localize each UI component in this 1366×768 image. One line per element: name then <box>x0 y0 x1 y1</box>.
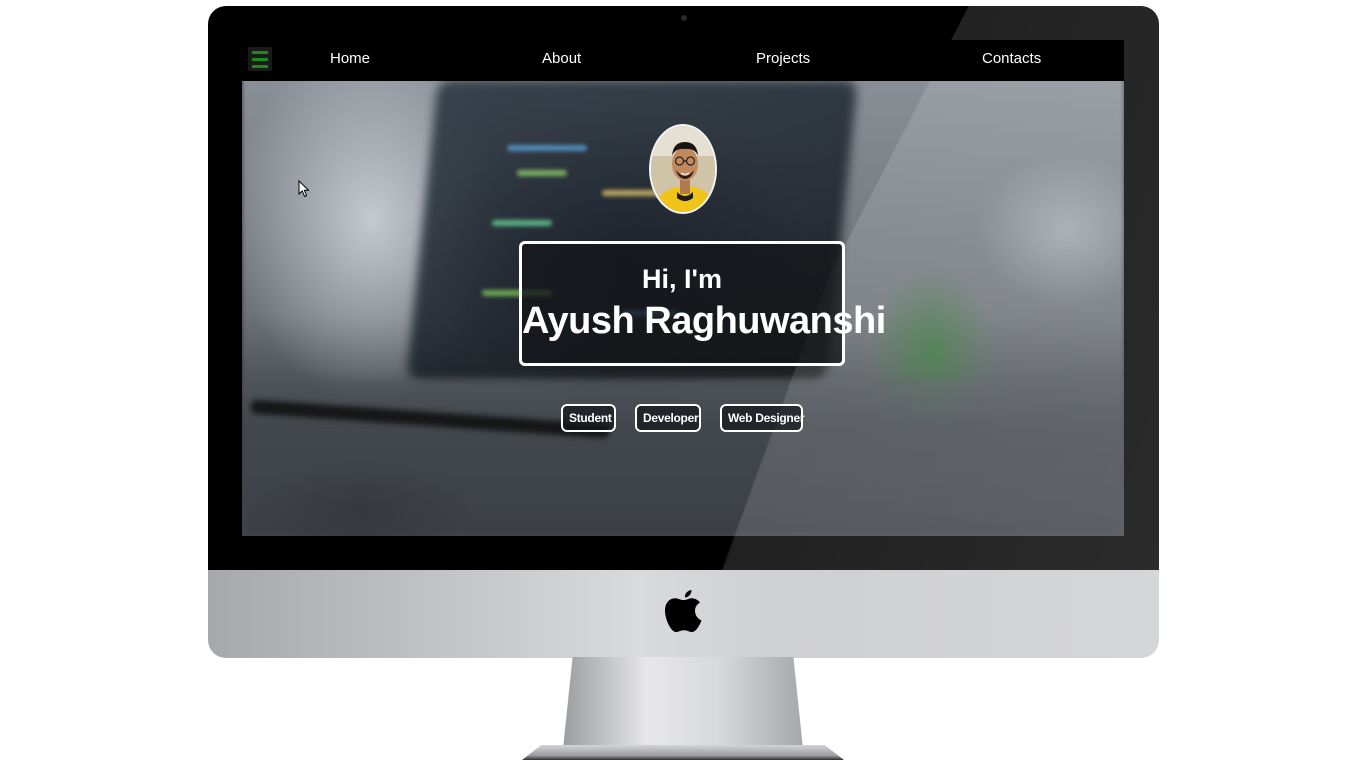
tag-web-designer[interactable]: Web Designer <box>720 404 805 432</box>
tag-developer[interactable]: Developer <box>635 404 701 432</box>
hamburger-line <box>252 57 268 61</box>
nav-link-home[interactable]: Home <box>330 50 370 67</box>
profile-avatar <box>649 124 717 214</box>
monitor-stand <box>563 657 803 749</box>
mouse-cursor-icon <box>298 180 310 198</box>
greeting-text: Hi, I'm <box>642 264 722 294</box>
tag-student[interactable]: Student <box>561 404 616 432</box>
nav-link-about[interactable]: About <box>542 50 581 67</box>
apple-logo-icon <box>665 590 702 632</box>
hamburger-menu-button[interactable] <box>248 47 272 71</box>
hamburger-line <box>252 50 268 54</box>
intro-box: Hi, I'm Ayush Raghuwanshi <box>519 241 886 366</box>
background-code-line <box>507 145 587 151</box>
monitor-stand-base <box>522 745 844 760</box>
background-code-line <box>492 220 552 226</box>
camera-icon <box>681 15 687 21</box>
website-screen: Home About Projects Contacts Hi, I'm Ayu… <box>242 40 1124 536</box>
navbar: Home About Projects Contacts <box>242 40 1124 81</box>
background-code-line <box>517 170 567 176</box>
hamburger-line <box>252 64 268 68</box>
name-heading: Ayush Raghuwanshi <box>522 300 886 342</box>
nav-link-projects[interactable]: Projects <box>756 50 810 67</box>
nav-link-contacts[interactable]: Contacts <box>982 50 1041 67</box>
